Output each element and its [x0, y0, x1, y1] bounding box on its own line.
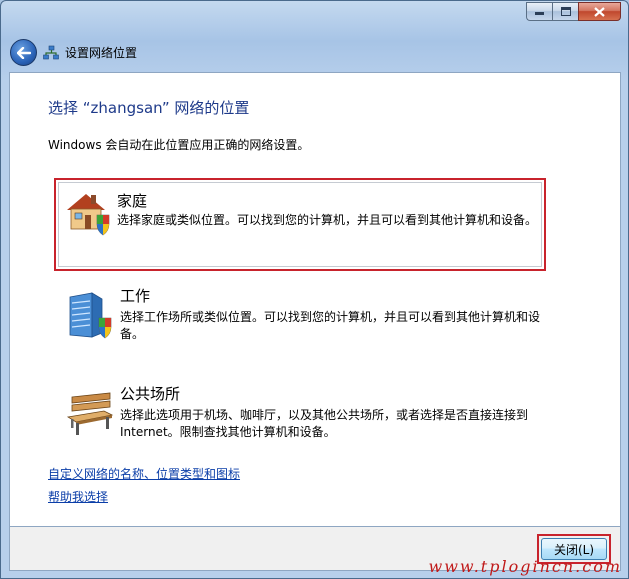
window-close-button[interactable]: [578, 2, 621, 21]
park-bench-icon: [66, 392, 114, 435]
back-button[interactable]: [10, 39, 37, 66]
office-building-shield-icon: [69, 292, 112, 339]
house-shield-icon: [67, 194, 110, 236]
help-me-choose-link[interactable]: 帮助我选择: [48, 488, 108, 505]
watermark-text: www.tplogincn.com: [428, 557, 622, 576]
minimize-icon: [534, 11, 544, 15]
back-arrow-icon: [16, 46, 31, 59]
page-subtitle: Windows 会自动在此位置应用正确的网络设置。: [48, 138, 310, 152]
option-work[interactable]: 工作 选择工作场所或类似位置。可以找到您的计算机，并且可以看到其他计算机和设备。: [60, 285, 550, 345]
customize-network-link[interactable]: 自定义网络的名称、位置类型和图标: [48, 465, 240, 482]
breadcrumb-label: 设置网络位置: [65, 46, 138, 60]
option-home-title: 家庭: [117, 192, 148, 210]
option-home-description: 选择家庭或类似位置。可以找到您的计算机，并且可以看到其他计算机和设备。: [117, 213, 538, 227]
page-title: 选择 “zhangsan” 网络的位置: [48, 99, 250, 117]
content-pane: 选择 “zhangsan” 网络的位置 Windows 会自动在此位置应用正确的…: [9, 72, 621, 527]
option-work-title: 工作: [120, 287, 151, 305]
option-work-description: 选择工作场所或类似位置。可以找到您的计算机，并且可以看到其他计算机和设备。: [120, 310, 541, 341]
breadcrumb: 设置网络位置: [43, 44, 137, 61]
network-location-window: 设置网络位置 选择 “zhangsan” 网络的位置 Windows 会自动在此…: [0, 0, 629, 579]
option-home[interactable]: 家庭 选择家庭或类似位置。可以找到您的计算机，并且可以看到其他计算机和设备。: [54, 178, 546, 271]
network-icon: [43, 45, 59, 59]
caption-buttons: [526, 2, 621, 22]
minimize-button[interactable]: [526, 2, 552, 21]
close-x-icon: [594, 6, 605, 17]
option-public-description: 选择此选项用于机场、咖啡厅，以及其他公共场所，或者选择是否直接连接到 Inter…: [120, 408, 529, 439]
maximize-icon: [560, 7, 571, 16]
option-public[interactable]: 公共场所 选择此选项用于机场、咖啡厅，以及其他公共场所，或者选择是否直接连接到 …: [60, 383, 550, 443]
maximize-button[interactable]: [552, 2, 578, 21]
option-public-title: 公共场所: [120, 385, 181, 403]
navigation-bar: 设置网络位置: [10, 39, 137, 66]
